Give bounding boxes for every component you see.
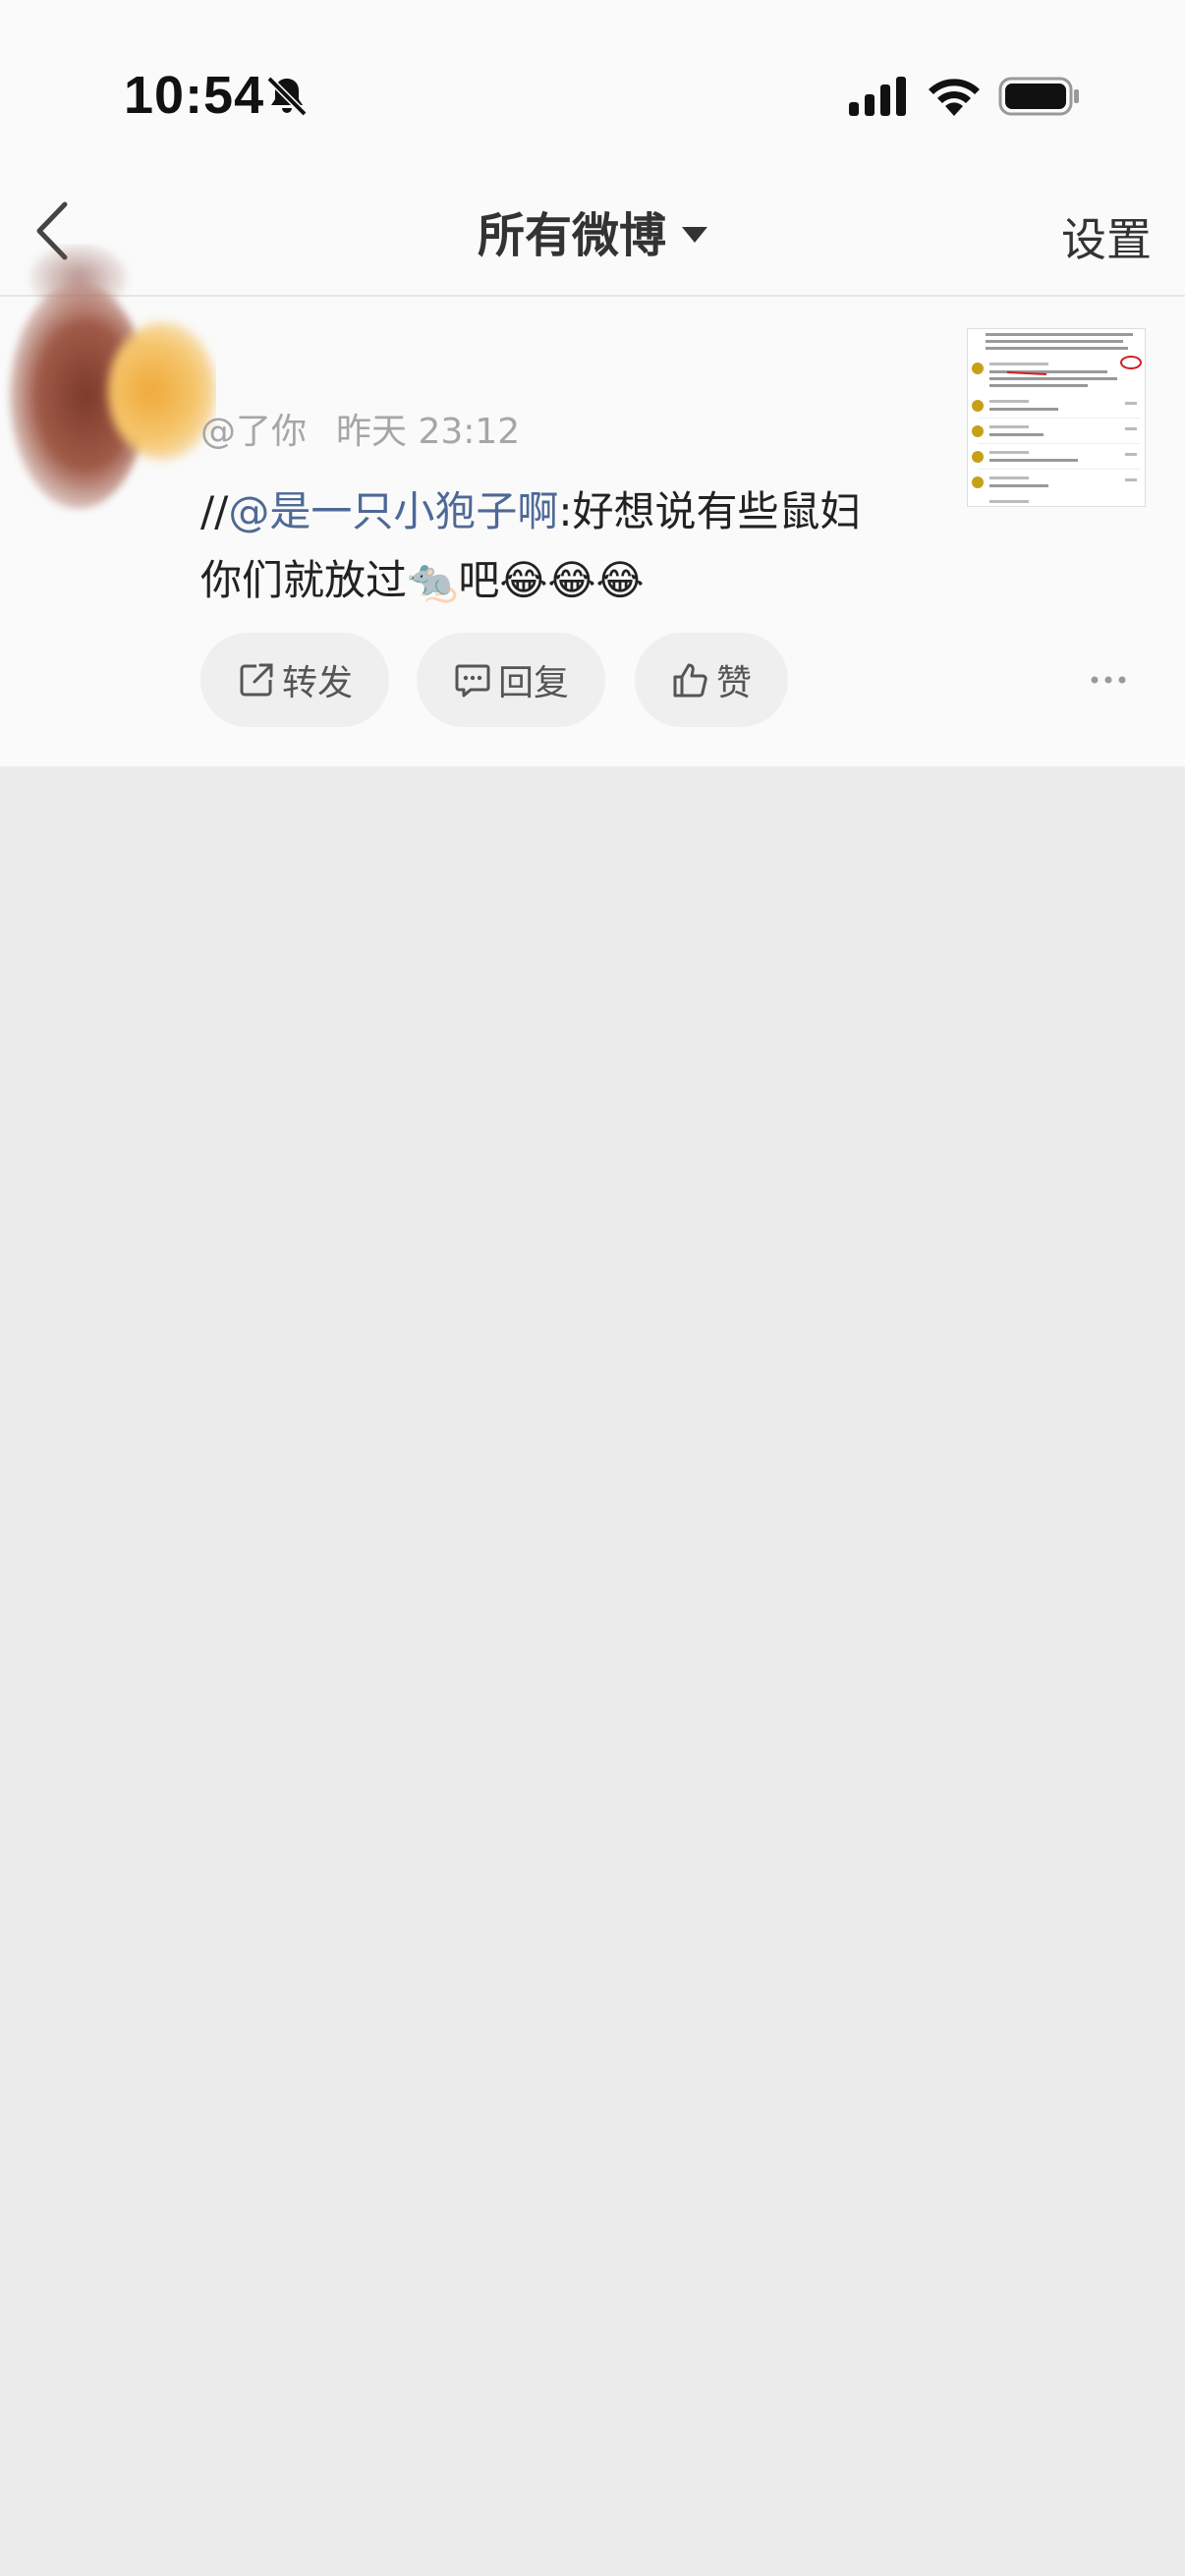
post-text: //@是一只小狍子啊:好想说有些鼠妇 你们就放过🐀吧😂😂😂 <box>200 477 928 615</box>
reply-label: 回复 <box>497 663 569 703</box>
share-icon <box>240 663 273 697</box>
rat-emoji: 🐀 <box>407 556 459 604</box>
laugh-emojis: 😂😂😂 <box>499 556 645 604</box>
wifi-icon <box>929 79 980 116</box>
text-after-mention: :好想说有些鼠妇 <box>558 487 862 535</box>
mention-link[interactable]: @是一只小狍子啊 <box>228 487 558 535</box>
text-end: 吧 <box>458 556 500 604</box>
post-date: 昨天 23:12 <box>336 412 521 452</box>
status-time: 10:54 <box>124 66 265 125</box>
like-button[interactable]: 赞 <box>635 633 788 727</box>
avatar[interactable] <box>0 244 216 538</box>
text-prefix: // <box>200 487 229 535</box>
thumbs-up-icon <box>673 663 707 698</box>
settings-button[interactable]: 设置 <box>1061 204 1152 269</box>
repost-label: 转发 <box>281 663 353 703</box>
text-line2: 你们就放过 <box>200 556 408 604</box>
user-handle[interactable]: @了你 <box>200 412 307 452</box>
caret-down-icon <box>682 227 707 243</box>
battery-icon <box>998 77 1079 116</box>
reply-button[interactable]: 回复 <box>417 633 605 727</box>
repost-button[interactable]: 转发 <box>200 633 389 727</box>
more-options-icon[interactable] <box>1089 668 1128 692</box>
thumbnail-image <box>968 329 1145 506</box>
post-thumbnail[interactable] <box>967 328 1146 507</box>
post-meta: @了你 昨天 23:12 <box>200 403 520 454</box>
bell-slash-icon <box>266 76 308 117</box>
like-label: 赞 <box>715 663 752 703</box>
comment-icon <box>455 664 490 698</box>
page-title: 所有微博 <box>477 208 666 263</box>
signal-icon <box>849 77 906 116</box>
status-bar: 10:54 <box>0 0 1185 187</box>
